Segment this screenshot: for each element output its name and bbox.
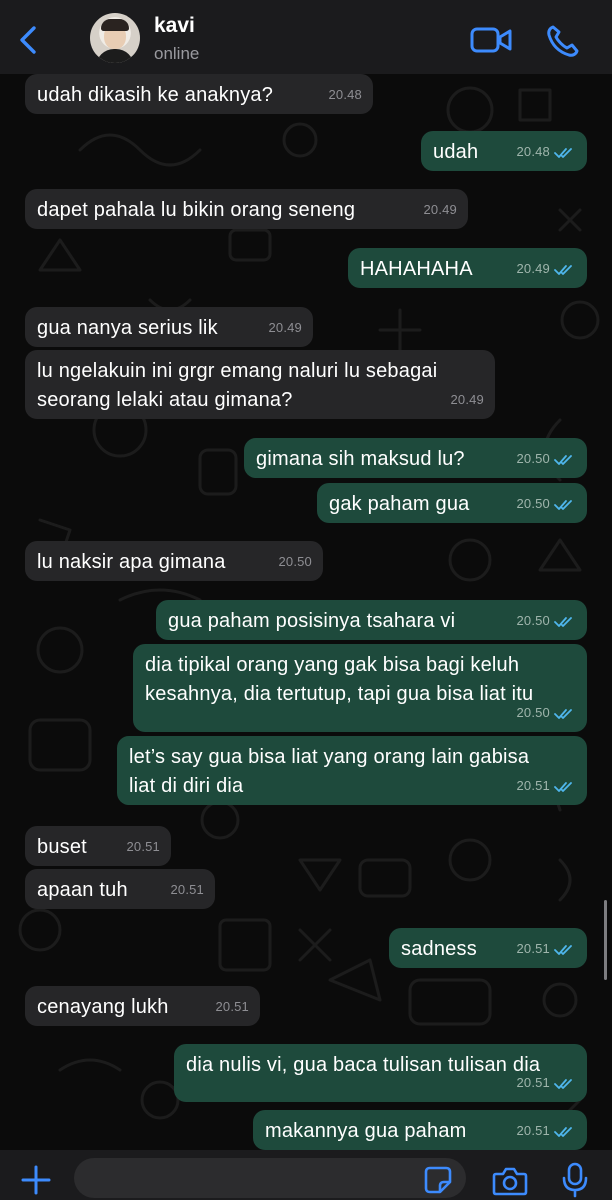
message-outgoing[interactable]: gimana sih maksud lu? 20.50 <box>244 438 587 478</box>
message-outgoing[interactable]: gua paham posisinya tsahara vi 20.50 <box>156 600 587 640</box>
message-time: 20.51 <box>516 1075 550 1090</box>
message-incoming[interactable]: apaan tuh 20.51 <box>25 869 215 909</box>
message-outgoing[interactable]: dia tipikal orang yang gak bisa bagi kel… <box>133 644 587 732</box>
message-time: 20.49 <box>423 202 457 217</box>
message-outgoing[interactable]: dia nulis vi, gua baca tulisan tulisan d… <box>174 1044 587 1102</box>
sticker-icon[interactable] <box>424 1166 452 1194</box>
message-time: 20.51 <box>516 1123 550 1138</box>
message-text: dapet pahala lu bikin orang seneng <box>37 199 356 221</box>
message-text-line: let’s say gua bisa liat yang orang lain … <box>129 746 530 768</box>
message-time: 20.50 <box>516 451 550 466</box>
message-time: 20.51 <box>215 999 249 1014</box>
phone-call-icon[interactable] <box>546 24 580 58</box>
scrollbar[interactable] <box>604 900 607 980</box>
message-time: 20.50 <box>516 496 550 511</box>
chat-header: kavi online <box>0 0 612 74</box>
contact-status: online <box>154 44 200 63</box>
video-call-icon[interactable] <box>470 24 512 56</box>
read-receipt-icon <box>554 781 572 792</box>
message-incoming[interactable]: lu ngelakuin ini grgr emang naluri lu se… <box>25 350 495 419</box>
message-outgoing[interactable]: makannya gua paham 20.51 <box>253 1110 587 1150</box>
message-incoming[interactable]: dapet pahala lu bikin orang seneng 20.49 <box>25 189 468 229</box>
message-time: 20.50 <box>278 554 312 569</box>
message-time: 20.50 <box>516 613 550 628</box>
message-text: gua paham posisinya tsahara vi <box>168 610 456 632</box>
message-outgoing[interactable]: let’s say gua bisa liat yang orang lain … <box>117 736 587 805</box>
message-incoming[interactable]: gua nanya serius lik 20.49 <box>25 307 313 347</box>
message-incoming[interactable]: cenayang lukh 20.51 <box>25 986 260 1026</box>
message-text: lu naksir apa gimana <box>37 551 226 573</box>
message-text-line: lu ngelakuin ini grgr emang naluri lu se… <box>37 360 438 382</box>
message-incoming[interactable]: udah dikasih ke anaknya? 20.48 <box>25 74 373 114</box>
message-text-line: kesahnya, dia tertutup, tapi gua bisa li… <box>145 683 534 705</box>
message-text-line: liat di diri dia <box>129 775 244 797</box>
read-receipt-icon <box>554 944 572 955</box>
message-time: 20.49 <box>450 392 484 407</box>
message-incoming[interactable]: lu naksir apa gimana 20.50 <box>25 541 323 581</box>
read-receipt-icon <box>554 1078 572 1089</box>
message-outgoing[interactable]: HAHAHAHA 20.49 <box>348 248 587 288</box>
contact-avatar[interactable] <box>90 13 140 63</box>
read-receipt-icon <box>554 708 572 719</box>
message-outgoing[interactable]: gak paham gua 20.50 <box>317 483 587 523</box>
message-time: 20.51 <box>516 941 550 956</box>
message-input[interactable] <box>74 1158 466 1198</box>
message-time: 20.48 <box>516 144 550 159</box>
contact-name[interactable]: kavi <box>154 14 195 38</box>
microphone-icon[interactable] <box>562 1162 588 1198</box>
back-chevron-icon[interactable] <box>14 24 44 56</box>
message-time: 20.50 <box>516 705 550 720</box>
message-time: 20.49 <box>516 261 550 276</box>
message-time: 20.48 <box>328 87 362 102</box>
message-time: 20.51 <box>170 882 204 897</box>
read-receipt-icon <box>554 499 572 510</box>
message-text: udah dikasih ke anaknya? <box>37 84 274 106</box>
message-list[interactable]: udah dikasih ke anaknya? 20.48 udah 20.4… <box>0 74 612 1150</box>
message-time: 20.51 <box>126 839 160 854</box>
read-receipt-icon <box>554 616 572 627</box>
message-text-line: seorang lelaki atau gimana? <box>37 389 293 411</box>
message-time: 20.51 <box>516 778 550 793</box>
read-receipt-icon <box>554 454 572 465</box>
message-text-line: dia tipikal orang yang gak bisa bagi kel… <box>145 654 520 676</box>
read-receipt-icon <box>554 264 572 275</box>
read-receipt-icon <box>554 147 572 158</box>
message-time: 20.49 <box>268 320 302 335</box>
plus-icon[interactable] <box>20 1164 52 1196</box>
message-composer <box>0 1150 612 1200</box>
read-receipt-icon <box>554 1126 572 1137</box>
message-incoming[interactable]: buset 20.51 <box>25 826 171 866</box>
message-text: gua nanya serius lik <box>37 317 218 339</box>
message-outgoing[interactable]: sadness 20.51 <box>389 928 587 968</box>
camera-icon[interactable] <box>492 1166 528 1196</box>
message-outgoing[interactable]: udah 20.48 <box>421 131 587 171</box>
